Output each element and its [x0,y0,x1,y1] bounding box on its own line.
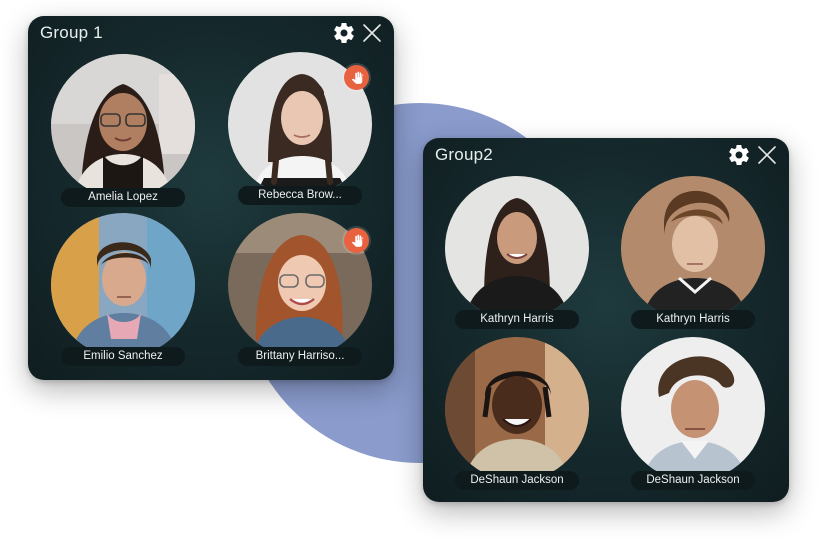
participant-name: Kathryn Harris [455,310,579,329]
close-icon[interactable] [755,143,779,167]
participant-tile[interactable]: Kathryn Harris [445,176,589,329]
raised-hand-icon [344,65,369,90]
participant-name: DeShaun Jackson [455,471,579,490]
gear-icon[interactable] [727,143,751,167]
panel-header: Group 1 [28,16,394,52]
avatar [621,176,765,320]
group-panel-2: Group2 Kathryn Harris Kathryn Harris DeS… [423,138,789,502]
avatar [51,213,195,357]
participant-tile[interactable]: DeShaun Jackson [445,337,589,490]
participant-name: Kathryn Harris [631,310,755,329]
participant-tile[interactable]: Amelia Lopez [51,54,195,207]
participant-tile[interactable]: Emilio Sanchez [51,213,195,366]
avatar [445,337,589,481]
group-panel-1: Group 1 Amelia Lopez Rebecca Brow... Emi… [28,16,394,380]
participant-name: Amelia Lopez [61,188,185,207]
panel-title: Group2 [435,145,493,164]
participant-tile[interactable]: Kathryn Harris [621,176,765,329]
participant-name: DeShaun Jackson [631,471,755,490]
close-icon[interactable] [360,21,384,45]
avatar [445,176,589,320]
avatar [51,54,195,198]
panel-header: Group2 [423,138,789,174]
panel-title: Group 1 [40,23,103,42]
raised-hand-icon [344,228,369,253]
participant-name: Brittany Harriso... [238,347,362,366]
participant-name: Emilio Sanchez [61,347,185,366]
participant-name: Rebecca Brow... [238,186,362,205]
gear-icon[interactable] [332,21,356,45]
avatar [621,337,765,481]
participant-tile[interactable]: DeShaun Jackson [621,337,765,490]
